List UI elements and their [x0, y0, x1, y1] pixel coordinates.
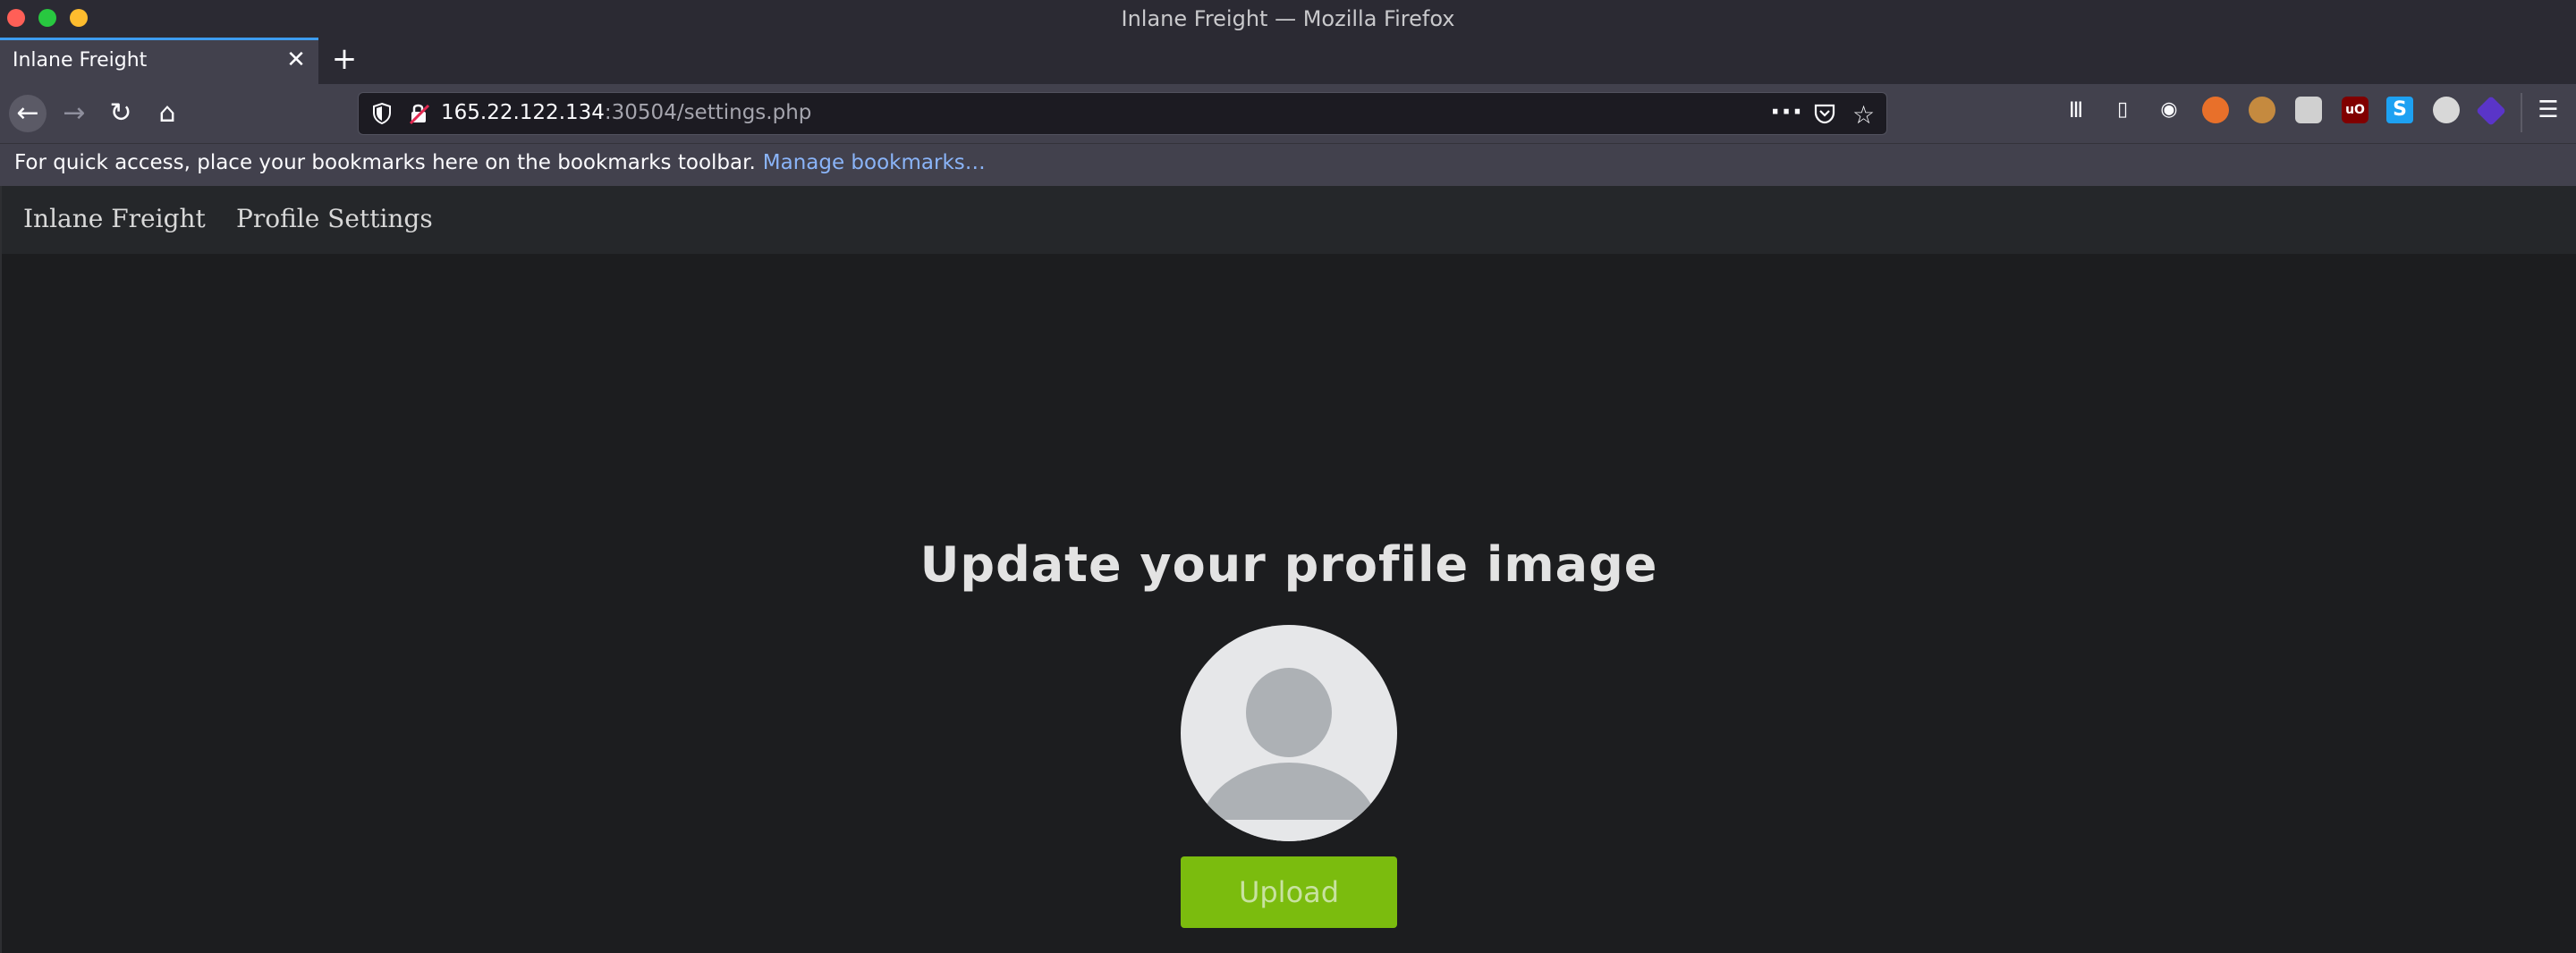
page-actions-icon[interactable]: ··· — [1770, 97, 1803, 128]
url-path: :30504/settings.php — [604, 101, 812, 124]
forward-button[interactable]: → — [55, 95, 93, 132]
account-icon[interactable]: ◉ — [2156, 97, 2182, 123]
bookmarks-hint: For quick access, place your bookmarks h… — [14, 151, 986, 174]
home-button[interactable]: ⌂ — [148, 95, 186, 132]
toolbar-divider — [2521, 93, 2522, 132]
cookie-ext-icon[interactable] — [2249, 97, 2275, 123]
sidebar-icon[interactable]: ▯ — [2109, 97, 2136, 123]
brand-link[interactable]: Inlane Freight — [23, 204, 206, 233]
bookmarks-hint-text: For quick access, place your bookmarks h… — [14, 151, 756, 174]
insecure-lock-icon[interactable] — [409, 102, 430, 125]
mask-ext-icon[interactable] — [2433, 97, 2460, 123]
url-bar[interactable]: 165.22.122.134:30504/settings.php ··· ☆ — [358, 92, 1887, 135]
profile-settings-link[interactable]: Profile Settings — [236, 204, 433, 233]
s-ext-icon[interactable]: S — [2386, 97, 2413, 123]
avatar-head-shape — [1246, 668, 1332, 757]
navigation-toolbar: ← → ↻ ⌂ 165.22.122.134:30504/settings.ph… — [0, 84, 2576, 143]
new-tab-button[interactable]: + — [331, 43, 358, 75]
bookmark-star-icon[interactable]: ☆ — [1852, 100, 1875, 130]
profile-avatar-image — [1181, 625, 1397, 841]
manage-bookmarks-link[interactable]: Manage bookmarks… — [763, 151, 986, 174]
reload-button[interactable]: ↻ — [102, 95, 140, 132]
library-icon[interactable]: Ⅲ — [2063, 97, 2089, 123]
tab-title: Inlane Freight — [13, 49, 148, 72]
avatar-clip-shape — [1181, 820, 1397, 841]
window-titlebar: Inlane Freight — Mozilla Firefox — [0, 0, 2576, 38]
ext-icon[interactable] — [2295, 97, 2322, 123]
menu-icon[interactable]: ☰ — [2535, 97, 2562, 123]
shield-icon[interactable] — [371, 102, 393, 125]
site-navbar: Inlane Freight Profile Settings — [2, 186, 2576, 254]
url-host: 165.22.122.134 — [441, 101, 605, 124]
bookmarks-toolbar: For quick access, place your bookmarks h… — [0, 143, 2576, 186]
ublock-icon[interactable]: uO — [2342, 97, 2368, 123]
page-content: Inlane Freight Profile Settings Update y… — [0, 186, 2576, 953]
tab-inlane-freight[interactable]: Inlane Freight ✕ — [0, 38, 318, 84]
page-heading: Update your profile image — [919, 536, 1658, 593]
back-button[interactable]: ← — [9, 95, 47, 132]
firefox-ext-icon[interactable] — [2202, 97, 2229, 123]
tab-strip: Inlane Freight ✕ + — [0, 38, 2576, 84]
close-tab-icon[interactable]: ✕ — [284, 47, 308, 72]
url-text[interactable]: 165.22.122.134:30504/settings.php — [441, 101, 811, 124]
upload-button[interactable]: Upload — [1181, 856, 1397, 928]
window-title: Inlane Freight — Mozilla Firefox — [1121, 6, 1455, 31]
pocket-icon[interactable] — [1813, 102, 1836, 125]
